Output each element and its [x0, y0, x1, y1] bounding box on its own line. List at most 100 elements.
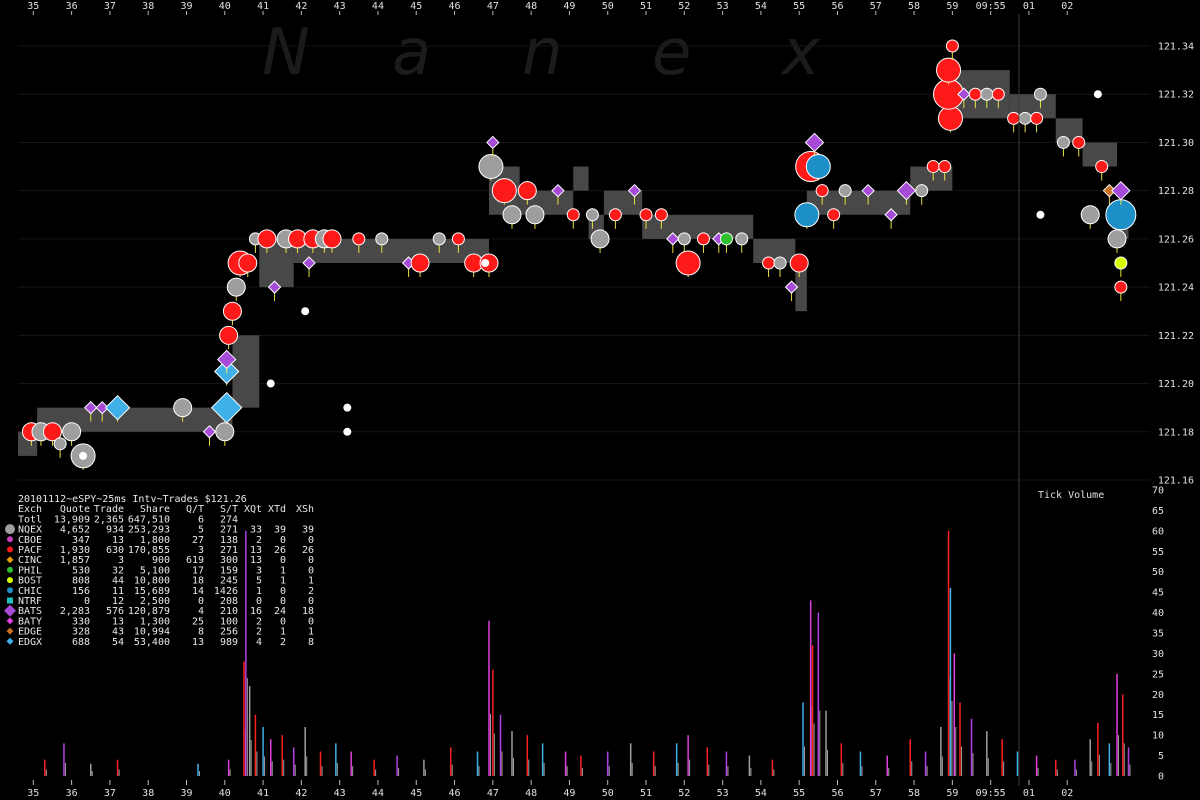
table-cell-xqt: 4: [256, 637, 262, 648]
trade-marker-nqex: [1056, 135, 1070, 149]
volume-axis: 0 5 10 15 20 25 30 35 40 45 50 55 60 65 70: [1152, 486, 1164, 783]
time-tick-bottom: 46: [449, 788, 461, 799]
time-tick-top: 45: [410, 1, 422, 12]
trade-marker-chic: [794, 202, 820, 228]
trade-marker-nqex: [1080, 205, 1100, 225]
table-cell-trade: 54: [112, 637, 124, 648]
trade-marker-pacf: [410, 253, 430, 273]
trade-marker-pacf: [991, 87, 1005, 101]
trade-marker-nqex: [375, 232, 389, 246]
isolated-quote-dot: [301, 307, 310, 316]
trade-marker-nqex: [478, 154, 504, 180]
table-cell-xsh: 8: [308, 637, 314, 648]
time-tick-top: 55: [793, 1, 805, 12]
price-tick-label: 121.30: [1158, 138, 1194, 149]
time-tick-bottom: 38: [142, 788, 154, 799]
watermark-letter: a: [392, 16, 431, 90]
time-tick-top: 42: [295, 1, 307, 12]
time-tick-top: 37: [104, 1, 116, 12]
time-tick-bottom: 45: [410, 788, 422, 799]
trade-marker-nqex: [62, 422, 82, 442]
legend-marker: [6, 617, 14, 625]
trade-marker-nqex: [677, 232, 691, 246]
trade-marker-bats: [804, 132, 825, 153]
time-tick-top: 35: [27, 1, 39, 12]
legend-marker: [7, 587, 13, 594]
time-tick-bottom: 56: [831, 788, 843, 799]
volume-tick-label: 5: [1158, 751, 1164, 762]
trade-marker-pacf: [639, 208, 653, 222]
time-axis-top: 35 36 37 38 39 40 41 42 43 44 45 46 47 48 49 50 51 52 53 54…: [27, 1, 1073, 15]
volume-tick-label: 0: [1158, 772, 1164, 783]
time-tick-top: 49: [563, 1, 575, 12]
time-tick-bottom: 50: [602, 788, 614, 799]
time-tick-top: 01: [1023, 1, 1035, 12]
volume-tick-label: 55: [1152, 547, 1164, 558]
volume-tick-label: 50: [1152, 567, 1164, 578]
legend-marker: [6, 627, 14, 635]
time-tick-bottom: 35: [27, 788, 39, 799]
trade-marker-pacf: [938, 160, 952, 174]
trade-marker-pacf: [762, 256, 776, 270]
volume-tick-label: 25: [1152, 669, 1164, 680]
trade-marker-pacf: [491, 178, 517, 204]
time-tick-top: 47: [487, 1, 499, 12]
trade-marker-pacf: [1095, 160, 1109, 174]
trade-marker-pacf: [322, 229, 342, 249]
watermark-letter: n: [522, 16, 563, 90]
trade-marker-pacf: [517, 181, 537, 201]
price-tick-label: 121.34: [1158, 42, 1194, 53]
legend-marker: [7, 536, 13, 543]
trade-marker-nqex: [980, 87, 994, 101]
time-tick-top: 46: [449, 1, 461, 12]
legend-marker: [7, 577, 13, 584]
time-tick-bottom: 47: [487, 788, 499, 799]
legend-marker: [5, 524, 15, 535]
table-cell-share: 53,400: [134, 637, 170, 648]
volume-tick-label: 60: [1152, 526, 1164, 537]
isolated-quote-dot: [266, 379, 275, 388]
legend-marker: [6, 637, 14, 645]
price-tick-label: 121.22: [1158, 331, 1194, 342]
table-cell-xtd: 2: [280, 637, 286, 648]
time-tick-top: 54: [755, 1, 767, 12]
time-tick-bottom: 51: [640, 788, 652, 799]
trade-marker-pacf: [1030, 111, 1044, 125]
trade-marker-nqex: [226, 277, 246, 297]
table-cell-quote: 688: [72, 637, 90, 648]
time-tick-bottom: 55: [793, 788, 805, 799]
trade-marker-chic: [805, 154, 831, 180]
volume-tick-label: 40: [1152, 608, 1164, 619]
price-tick-label: 121.28: [1158, 186, 1194, 197]
volume-tick-label: 70: [1152, 486, 1164, 497]
isolated-quote-dot: [79, 451, 88, 460]
trade-marker-nqex: [585, 208, 599, 222]
volume-spikes: [44, 530, 1131, 776]
price-axis: 121.16121.18121.20121.22121.24121.26121.…: [1158, 42, 1194, 487]
time-tick-bottom: 49: [563, 788, 575, 799]
nanex-trade-chart: Nanex 121.16121.18121.20121.22121.24121.…: [4, 1, 1194, 799]
legend-marker: [7, 597, 13, 604]
time-tick-top: 36: [66, 1, 78, 12]
volume-tick-label: 10: [1152, 731, 1164, 742]
trade-marker-nqex: [1018, 111, 1032, 125]
spread-band-segment: [573, 166, 589, 191]
trade-marker-phil: [719, 232, 733, 246]
trade-marker-nqex: [915, 184, 929, 198]
trade-marker-pacf: [937, 105, 963, 131]
trade-marker-nqex: [525, 205, 545, 225]
price-tick-label: 121.20: [1158, 379, 1194, 390]
table-cell-exch: EDGX: [18, 637, 42, 648]
trade-marker-pacf: [827, 208, 841, 222]
time-tick-top: 41: [257, 1, 269, 12]
time-tick-bottom: 57: [870, 788, 882, 799]
time-tick-top: 44: [372, 1, 384, 12]
price-tick-label: 121.24: [1158, 283, 1194, 294]
isolated-quote-dot: [343, 403, 352, 412]
trade-marker-pacf: [222, 301, 242, 321]
volume-tick-label: 45: [1152, 588, 1164, 599]
time-tick-top: 38: [142, 1, 154, 12]
trade-marker-pacf: [238, 253, 258, 273]
table-header: XTd: [268, 504, 286, 515]
trade-marker-pacf: [789, 253, 809, 273]
